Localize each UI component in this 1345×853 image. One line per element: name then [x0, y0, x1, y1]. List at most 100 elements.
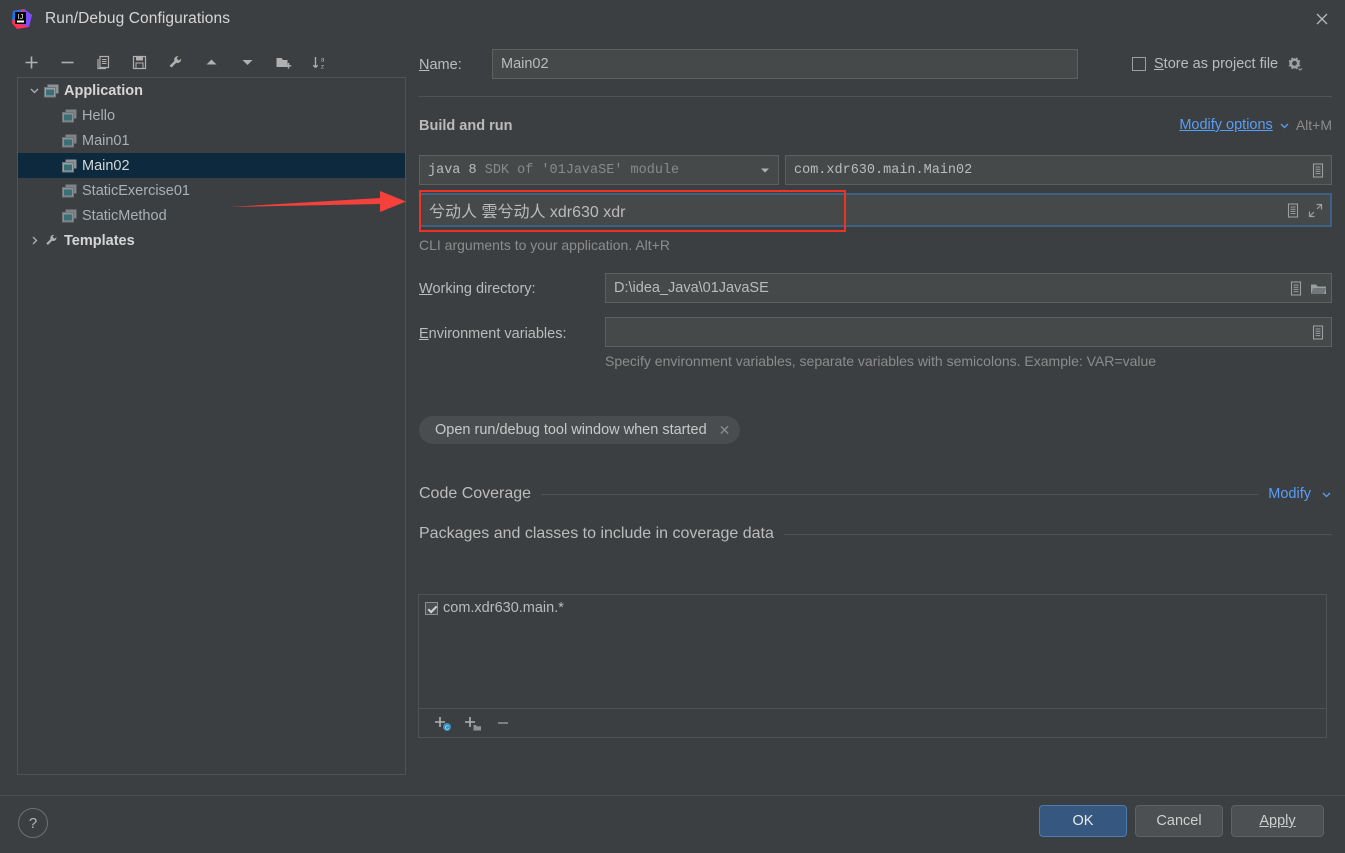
coverage-patterns-list[interactable]: com.xdr630.main.* [418, 594, 1327, 709]
name-label: Name: [419, 57, 462, 73]
new-folder-button[interactable] [270, 49, 297, 76]
coverage-pattern-checkbox[interactable] [425, 601, 438, 615]
main-class-value: com.xdr630.main.Main02 [794, 162, 973, 178]
environment-variables-hint: Specify environment variables, separate … [605, 353, 1157, 369]
tree-item-staticexercise01[interactable]: StaticExercise01 [18, 178, 405, 203]
chevron-down-icon[interactable] [1279, 120, 1290, 131]
run-debug-configurations-dialog: IJ Run/Debug Configurations a z Applicat… [0, 0, 1345, 853]
program-arguments-hint: CLI arguments to your application. Alt+R [419, 237, 670, 253]
coverage-list-toolbar: C [418, 709, 1327, 738]
coverage-packages-title: Packages and classes to include in cover… [419, 525, 774, 542]
chevron-down-icon[interactable] [752, 156, 778, 184]
tree-item-staticmethod[interactable]: StaticMethod [18, 203, 405, 228]
section-rule [783, 533, 1332, 535]
store-as-project-file-checkbox[interactable] [1132, 56, 1146, 71]
help-button[interactable]: ? [18, 808, 48, 838]
remove-configuration-button[interactable] [54, 49, 81, 76]
cancel-button[interactable]: Cancel [1135, 805, 1223, 837]
modify-options-shortcut: Alt+M [1295, 117, 1332, 133]
name-input-value: Main02 [501, 56, 549, 72]
chevron-right-icon[interactable] [25, 233, 43, 249]
tree-item-hello[interactable]: Hello [18, 103, 405, 128]
chevron-down-icon[interactable] [25, 83, 43, 99]
code-coverage-title: Code Coverage [419, 485, 532, 502]
tree-item-label: Main01 [82, 132, 130, 149]
expand-list-icon[interactable] [1282, 199, 1304, 221]
add-configuration-button[interactable] [18, 49, 45, 76]
application-icon [61, 158, 78, 174]
jre-select[interactable]: java 8 SDK of '01JavaSE' module [419, 155, 779, 185]
store-as-project-file-label: Store as project file [1154, 55, 1279, 72]
gear-icon[interactable] [1286, 55, 1303, 72]
working-directory-label: Working directory: [419, 281, 536, 297]
build-and-run-title: Build and run [419, 118, 513, 134]
application-icon [61, 108, 78, 124]
working-directory-value: D:\idea_Java\01JavaSE [614, 280, 769, 296]
coverage-packages-header: Packages and classes to include in cover… [419, 525, 1332, 543]
tree-item-label: Templates [64, 232, 135, 249]
tree-item-main01[interactable]: Main01 [18, 128, 405, 153]
apply-button[interactable]: Apply [1231, 805, 1324, 837]
close-icon[interactable] [1299, 0, 1345, 38]
folder-icon[interactable] [1307, 277, 1329, 299]
program-arguments-value: 兮动人 雲兮动人 xdr630 xdr [429, 204, 626, 221]
chevron-down-icon[interactable] [1321, 489, 1332, 500]
list-item[interactable]: com.xdr630.main.* [419, 595, 1326, 617]
svg-text:C: C [445, 726, 449, 732]
expand-list-icon[interactable] [1307, 321, 1329, 343]
move-down-button[interactable] [234, 49, 261, 76]
code-coverage-section-header: Code Coverage Modify [419, 485, 1332, 503]
close-small-icon[interactable]: ✕ [719, 422, 731, 439]
tree-toolbar: a z [18, 46, 333, 78]
configuration-editor-panel: Name: Main02 Store as project file Build… [410, 38, 1345, 795]
application-icon [61, 183, 78, 199]
expand-editor-icon[interactable] [1304, 199, 1326, 221]
dialog-title: Run/Debug Configurations [45, 10, 231, 27]
tree-item-label: StaticExercise01 [82, 182, 190, 199]
tree-item-label: StaticMethod [82, 207, 167, 224]
tree-item-label: Application [64, 82, 143, 99]
expand-list-icon[interactable] [1307, 159, 1329, 181]
coverage-pattern-label: com.xdr630.main.* [443, 600, 564, 616]
configurations-panel: a z Application Hello Main01 Main02 Stat… [0, 38, 410, 795]
name-input[interactable]: Main02 [492, 49, 1078, 79]
tree-item-main02[interactable]: Main02 [18, 153, 405, 178]
application-icon [61, 133, 78, 149]
tree-item-label: Hello [82, 107, 116, 124]
move-up-button[interactable] [198, 49, 225, 76]
add-class-icon[interactable]: C [431, 712, 455, 734]
svg-text:z: z [321, 63, 324, 70]
working-directory-input[interactable]: D:\idea_Java\01JavaSE [605, 273, 1332, 303]
environment-variables-input[interactable] [605, 317, 1332, 347]
program-arguments-input[interactable]: 兮动人 雲兮动人 xdr630 xdr [419, 193, 1332, 227]
svg-text:IJ: IJ [18, 14, 23, 21]
wrench-icon [43, 233, 60, 249]
sort-alphabetically-button[interactable]: a z [306, 49, 333, 76]
svg-text:a: a [321, 56, 325, 63]
tree-item-templates[interactable]: Templates [18, 228, 405, 253]
tree-item-label: Main02 [82, 157, 130, 174]
configurations-tree[interactable]: Application Hello Main01 Main02 StaticEx… [17, 77, 406, 775]
coverage-modify-link[interactable]: Modify [1268, 486, 1311, 502]
section-rule [541, 493, 1259, 495]
remove-pattern-icon[interactable] [491, 712, 515, 734]
expand-list-icon[interactable] [1285, 277, 1307, 299]
ok-button[interactable]: OK [1039, 805, 1127, 837]
application-icon [43, 83, 60, 99]
application-icon [61, 208, 78, 224]
open-tool-window-chip-label: Open run/debug tool window when started [435, 422, 707, 438]
save-configuration-button[interactable] [126, 49, 153, 76]
open-tool-window-chip[interactable]: Open run/debug tool window when started … [419, 416, 741, 444]
tree-item-application[interactable]: Application [18, 78, 405, 103]
dialog-footer: ? OK Cancel Apply [0, 795, 1345, 853]
modify-options-link[interactable]: Modify options [1179, 117, 1273, 133]
copy-configuration-button[interactable] [90, 49, 117, 76]
edit-templates-button[interactable] [162, 49, 189, 76]
store-as-project-file-row[interactable]: Store as project file [1132, 55, 1303, 72]
jre-select-value: java 8 SDK of '01JavaSE' module [428, 162, 680, 178]
add-package-icon[interactable] [461, 712, 485, 734]
name-divider [419, 96, 1332, 97]
modify-options-row[interactable]: Modify options Alt+M [1179, 117, 1332, 133]
intellij-idea-logo-icon: IJ [11, 8, 33, 30]
main-class-input[interactable]: com.xdr630.main.Main02 [785, 155, 1332, 185]
